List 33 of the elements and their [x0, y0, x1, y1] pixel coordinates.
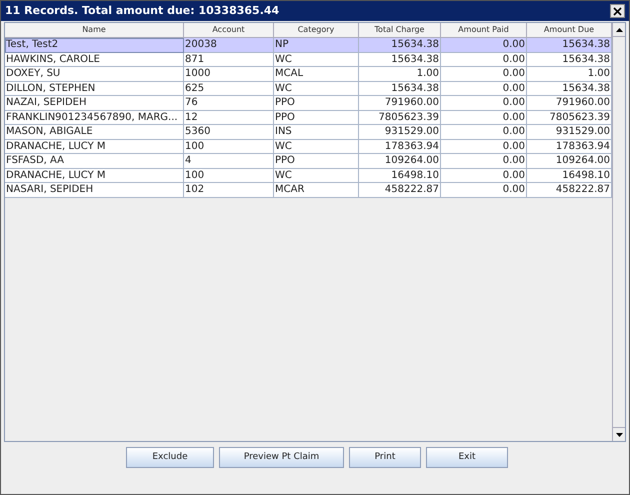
table-row[interactable]: DILLON, STEPHEN 625 WC 15634.38 0.00 15634.38: [5, 82, 612, 96]
down-arrow-icon: [616, 432, 622, 436]
close-button[interactable]: [610, 4, 625, 18]
column-header[interactable]: Account: [184, 23, 274, 38]
column-header[interactable]: Amount Paid: [441, 23, 527, 38]
action-button[interactable]: Print: [349, 447, 421, 468]
table-cell: MCAR: [274, 183, 359, 198]
table-cell: Test, Test2: [5, 38, 184, 52]
table-cell: 458222.87: [359, 183, 441, 198]
table-row[interactable]: DRANACHE, LUCY M 100 WC 178363.94 0.00 178363.94: [5, 140, 612, 154]
action-button[interactable]: Preview Pt Claim: [219, 447, 344, 468]
column-header[interactable]: Category: [274, 23, 359, 38]
action-button[interactable]: Exit: [426, 447, 508, 468]
table-row[interactable]: NAZAI, SEPIDEH 76 PPO 791960.00 0.00 791960.00: [5, 96, 612, 110]
scrollbar[interactable]: [612, 23, 625, 441]
table-row[interactable]: FRANKLIN901234567890, MARG... 12 PPO 7805623.39 0.00 7805623.39: [5, 110, 612, 125]
table-row[interactable]: NASARI, SEPIDEH 102 MCAR 458222.87 0.00 458222.87: [5, 183, 612, 198]
table-cell: 102: [184, 183, 274, 198]
table-cell: NASARI, SEPIDEH: [5, 183, 184, 198]
table-row[interactable]: FSFASD, AA 4 PPO 109264.00 0.00 109264.00: [5, 154, 612, 168]
close-icon: [613, 6, 622, 16]
table-row[interactable]: MASON, ABIGALE 5360 INS 931529.00 0.00 931529.00: [5, 125, 612, 140]
table-row[interactable]: DRANACHE, LUCY M 100 WC 16498.10 0.00 16498.10: [5, 168, 612, 183]
table-row[interactable]: DOXEY, SU 1000 MCAL 1.00 0.00 1.00: [5, 67, 612, 82]
table-row[interactable]: HAWKINS, CAROLE 871 WC 15634.38 0.00 15634.38: [5, 52, 612, 67]
column-header[interactable]: Amount Due: [527, 23, 612, 38]
column-header[interactable]: Name: [5, 23, 184, 38]
table-cell: 0.00: [441, 183, 527, 198]
window-title: 11 Records. Total amount due: 10338365.44: [5, 2, 280, 19]
up-arrow-icon: [616, 28, 622, 32]
column-header[interactable]: Total Charge: [359, 23, 441, 38]
action-button[interactable]: Exclude: [126, 447, 214, 468]
table-row[interactable]: Test, Test2 20038 NP 15634.38 0.00 15634.38: [5, 38, 612, 52]
